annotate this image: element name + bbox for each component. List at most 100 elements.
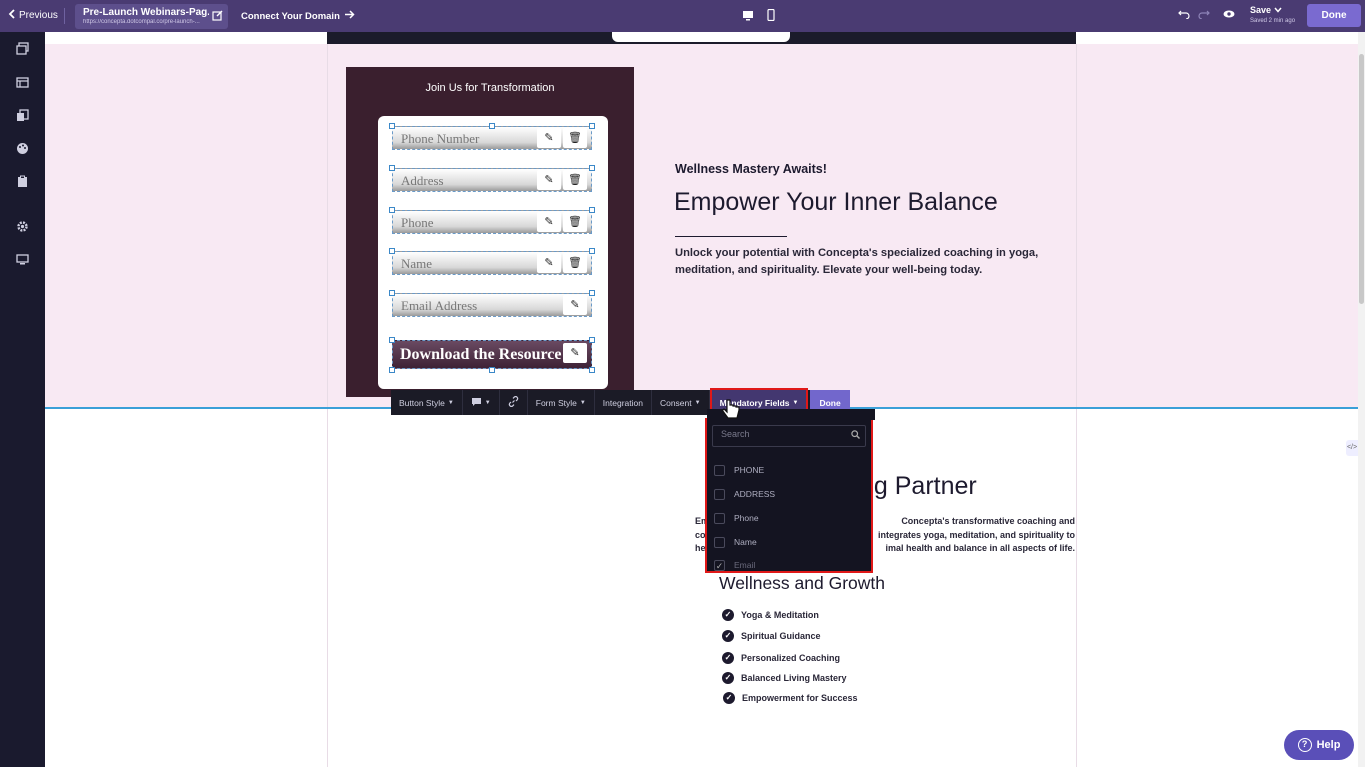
resize-handle[interactable]	[389, 248, 395, 254]
checkmark-icon[interactable]: ✓	[714, 559, 725, 571]
body-text: Concepta's transformative coaching and	[901, 516, 1075, 526]
comment-menu[interactable]: ▼	[463, 390, 500, 415]
monitor-icon[interactable]	[16, 253, 29, 266]
clipboard-icon[interactable]	[16, 175, 29, 188]
option-address[interactable]: ADDRESS	[714, 486, 775, 502]
option-label: PHONE	[734, 465, 765, 475]
email-address-field[interactable]: Email Address ✎	[392, 293, 592, 317]
body-text: he	[695, 543, 706, 553]
connect-domain-label: Connect Your Domain	[241, 10, 340, 22]
option-phone[interactable]: Phone	[714, 510, 759, 526]
scrollbar[interactable]	[1358, 32, 1365, 767]
redo-icon[interactable]	[1198, 8, 1210, 22]
desktop-view-icon[interactable]	[741, 8, 755, 22]
resize-handle[interactable]	[389, 165, 395, 171]
preview-eye-icon[interactable]	[1223, 8, 1235, 22]
settings-gear-icon[interactable]	[16, 220, 29, 233]
button-style-menu[interactable]: Button Style ▼	[391, 390, 463, 415]
list-item: ✓ Yoga & Meditation	[722, 609, 819, 621]
trash-icon[interactable]: 🗑	[563, 170, 587, 190]
resize-handle[interactable]	[589, 248, 595, 254]
left-sidebar	[0, 32, 45, 767]
pencil-icon[interactable]: ✎	[537, 253, 561, 273]
form-container[interactable]: Join Us for Transformation Phone Number …	[346, 67, 634, 397]
trash-icon[interactable]: 🗑	[563, 128, 587, 148]
undo-icon[interactable]	[1178, 8, 1190, 22]
resize-handle[interactable]	[389, 123, 395, 129]
pencil-icon[interactable]: ✎	[563, 295, 587, 315]
option-label: Email	[734, 560, 756, 570]
resize-handle[interactable]	[389, 290, 395, 296]
done-button[interactable]: Done	[1307, 4, 1361, 27]
caret-down-icon: ▼	[792, 399, 799, 406]
list-item-label: Spiritual Guidance	[741, 631, 821, 641]
previous-button[interactable]: Previous	[8, 9, 58, 22]
edit-icon[interactable]	[212, 10, 223, 24]
list-item-label: Balanced Living Mastery	[741, 673, 847, 683]
caret-down-icon: ▼	[694, 399, 701, 406]
resize-handle[interactable]	[589, 367, 595, 373]
code-tab-icon[interactable]: </>	[1346, 440, 1358, 456]
scrollbar-thumb[interactable]	[1359, 54, 1364, 304]
link-button[interactable]	[500, 390, 528, 415]
integration-button[interactable]: Integration	[595, 390, 652, 415]
hero-kicker: Wellness Mastery Awaits!	[675, 162, 827, 176]
help-button[interactable]: ? Help	[1284, 730, 1354, 760]
field-placeholder: Name	[401, 256, 433, 271]
resize-handle[interactable]	[489, 367, 495, 373]
option-name[interactable]: Name	[714, 534, 757, 550]
form-card[interactable]: Phone Number ✎ 🗑 Address ✎ 🗑 Phone ✎ 🗑 N…	[378, 116, 608, 389]
check-circle-icon: ✓	[722, 630, 734, 642]
consent-menu[interactable]: Consent ▼	[652, 390, 710, 415]
resize-handle[interactable]	[389, 337, 395, 343]
menu-label: Integration	[602, 397, 643, 408]
resize-handle[interactable]	[389, 367, 395, 373]
pencil-icon[interactable]: ✎	[537, 170, 561, 190]
menu-label: Button Style	[399, 397, 445, 408]
connect-domain-button[interactable]: Connect Your Domain	[241, 10, 355, 22]
divider	[64, 8, 65, 24]
address-field[interactable]: Address ✎ 🗑	[392, 168, 592, 192]
list-item: ✓ Personalized Coaching	[722, 652, 840, 664]
hero-section[interactable]	[45, 44, 1358, 408]
trash-icon[interactable]: 🗑	[563, 253, 587, 273]
layout-icon[interactable]	[16, 76, 29, 89]
option-label: Phone	[734, 513, 759, 523]
phone-field[interactable]: Phone ✎ 🗑	[392, 210, 592, 234]
page-title-tab[interactable]: Pre-Launch Webinars-Pag... https://conce…	[75, 4, 228, 29]
trash-icon[interactable]: 🗑	[563, 212, 587, 232]
copy-icon[interactable]	[16, 109, 29, 122]
name-field[interactable]: Name ✎ 🗑	[392, 251, 592, 275]
search-box[interactable]	[712, 425, 866, 447]
option-phone-upper[interactable]: PHONE	[714, 462, 764, 478]
checkbox[interactable]	[714, 464, 725, 476]
pages-icon[interactable]	[16, 42, 29, 55]
mobile-view-icon[interactable]	[764, 8, 778, 22]
save-button[interactable]: Save	[1250, 5, 1282, 15]
help-label: Help	[1316, 739, 1341, 751]
phone-number-field[interactable]: Phone Number ✎ 🗑	[392, 126, 592, 150]
option-email[interactable]: ✓ Email	[714, 557, 755, 573]
resize-handle[interactable]	[589, 123, 595, 129]
menu-label: Consent	[659, 397, 692, 408]
caret-down-icon: ▼	[447, 399, 454, 406]
resize-handle[interactable]	[589, 207, 595, 213]
form-style-menu[interactable]: Form Style ▼	[528, 390, 595, 415]
checkbox[interactable]	[714, 536, 725, 548]
resize-handle[interactable]	[589, 165, 595, 171]
palette-icon[interactable]	[16, 142, 29, 155]
pencil-icon[interactable]: ✎	[563, 343, 587, 363]
resize-handle[interactable]	[589, 290, 595, 296]
pencil-icon[interactable]: ✎	[537, 128, 561, 148]
search-input[interactable]	[721, 429, 841, 439]
checkbox[interactable]	[714, 512, 725, 524]
resize-handle[interactable]	[389, 207, 395, 213]
checkbox[interactable]	[714, 488, 725, 500]
pencil-icon[interactable]: ✎	[537, 212, 561, 232]
resize-handle[interactable]	[589, 337, 595, 343]
download-resource-button[interactable]: Download the Resource ✎	[392, 340, 592, 369]
field-placeholder: Phone Number	[401, 131, 480, 146]
guide-line	[1076, 44, 1077, 767]
resize-handle[interactable]	[489, 123, 495, 129]
question-circle-icon: ?	[1297, 738, 1312, 752]
